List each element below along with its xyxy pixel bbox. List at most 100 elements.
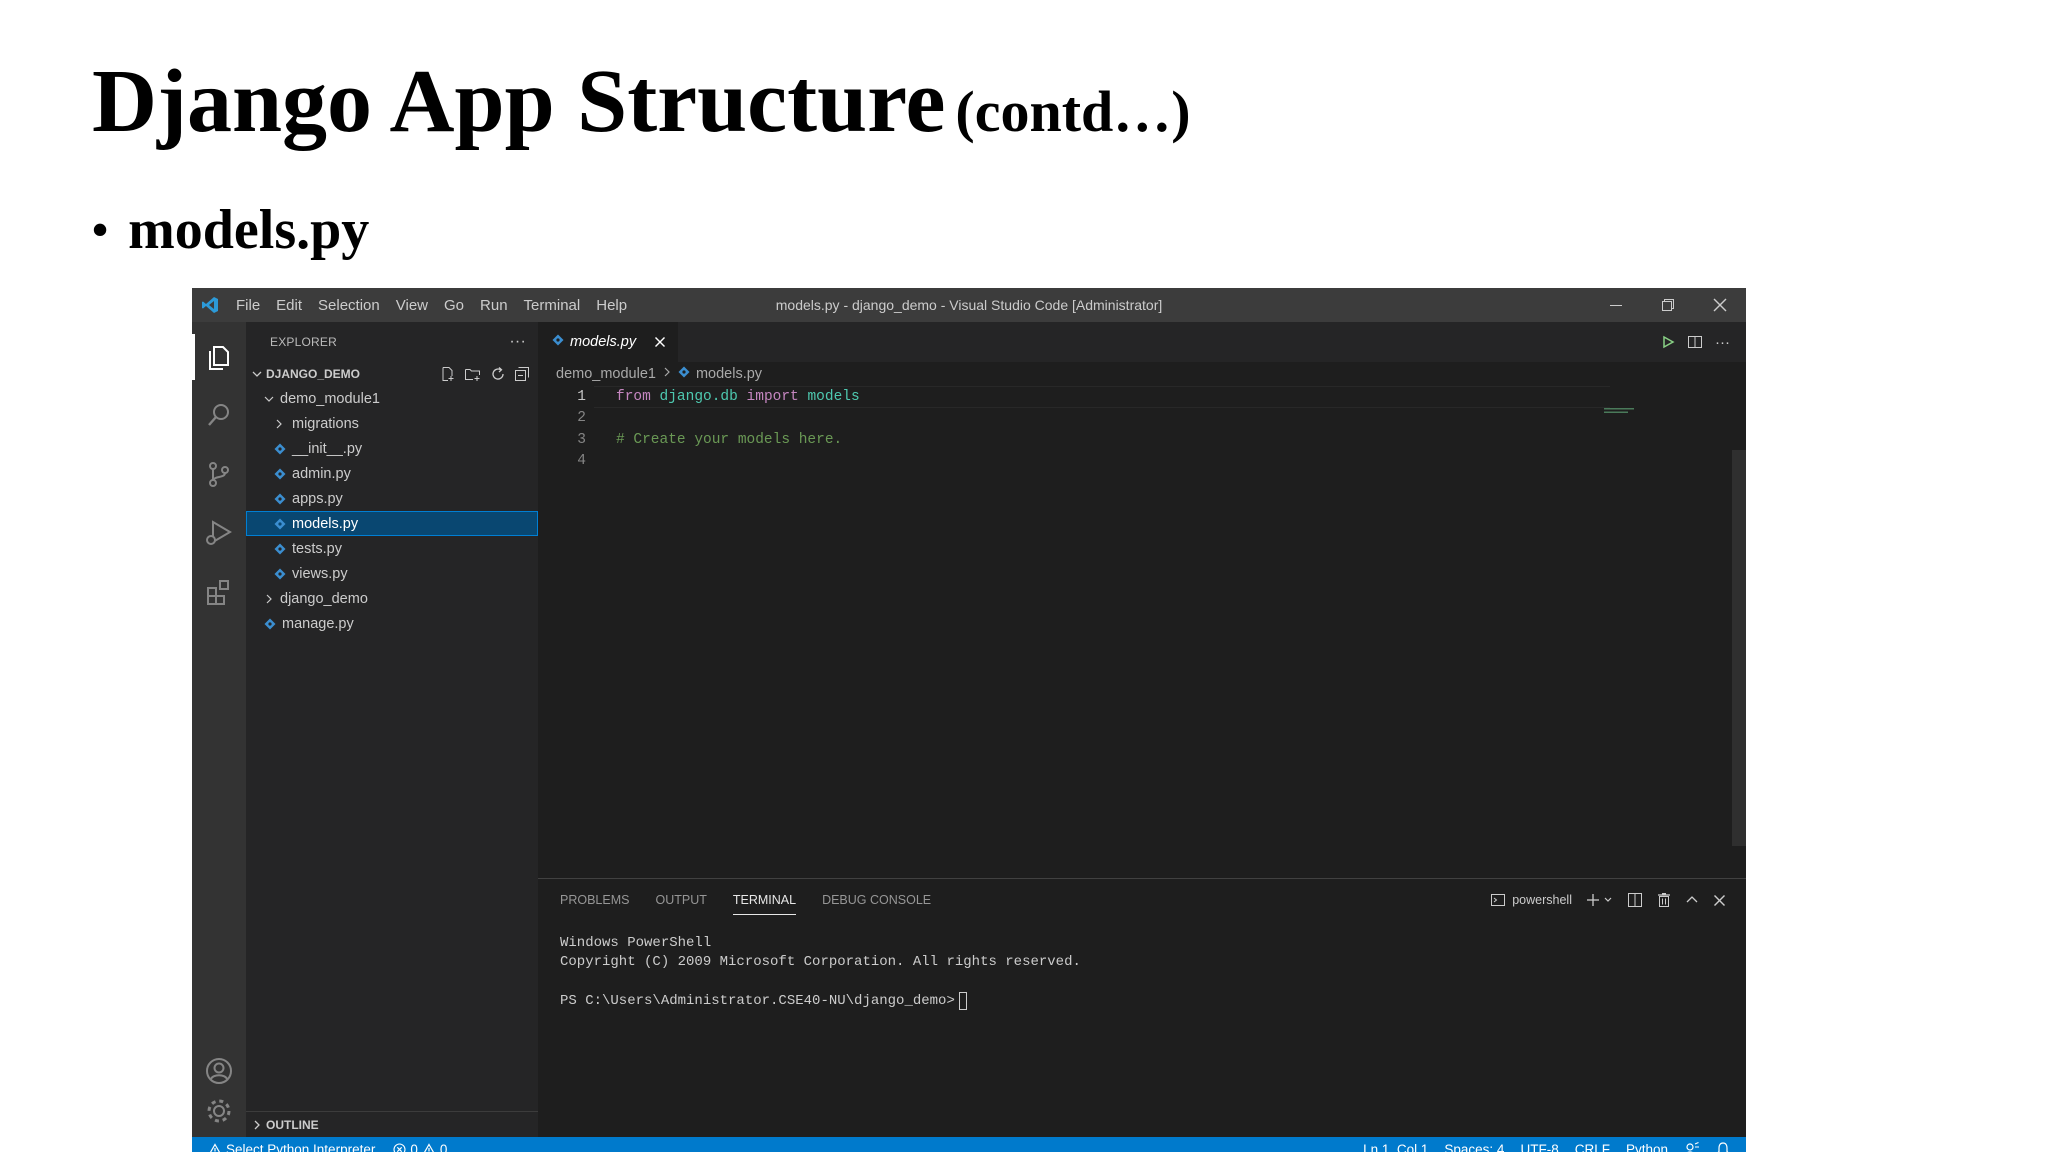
tree-folder-demo-module1[interactable]: demo_module1 <box>246 386 538 411</box>
chevron-down-icon <box>1604 897 1612 902</box>
tree-file-views[interactable]: views.py <box>246 561 538 586</box>
editor-tab-bar: models.py ··· <box>538 322 1746 362</box>
source-control-icon[interactable] <box>203 458 235 490</box>
python-file-icon <box>262 618 278 630</box>
problems-indicator[interactable]: 0 0 <box>393 1142 447 1152</box>
encoding[interactable]: UTF-8 <box>1520 1142 1558 1152</box>
more-actions-icon[interactable]: ··· <box>509 333 526 351</box>
panel-actions: powershell <box>1490 879 1726 921</box>
menu-selection[interactable]: Selection <box>310 297 388 314</box>
line-number: 1 <box>577 388 586 405</box>
tree-item-label: manage.py <box>282 615 354 632</box>
menu-run[interactable]: Run <box>472 297 516 314</box>
tree-folder-migrations[interactable]: migrations <box>246 411 538 436</box>
feedback-icon[interactable] <box>1684 1141 1700 1152</box>
tree-file-tests[interactable]: tests.py <box>246 536 538 561</box>
tab-debug-console[interactable]: DEBUG CONSOLE <box>822 879 931 921</box>
line-number: 4 <box>577 453 586 470</box>
run-file-icon[interactable] <box>1661 335 1675 349</box>
terminal-selector[interactable]: powershell <box>1490 892 1572 908</box>
extensions-icon[interactable] <box>203 576 235 608</box>
breadcrumb-file[interactable]: models.py <box>696 366 762 382</box>
new-terminal-button[interactable] <box>1586 893 1613 907</box>
trash-icon[interactable] <box>1657 892 1671 908</box>
chevron-up-icon[interactable] <box>1685 893 1699 907</box>
menu-bar: File Edit Selection View Go Run Terminal… <box>228 297 635 314</box>
chevron-right-icon <box>262 593 276 605</box>
bullet-text: models.py <box>128 199 370 261</box>
menu-file[interactable]: File <box>228 297 268 314</box>
indentation[interactable]: Spaces: 4 <box>1444 1142 1504 1152</box>
split-terminal-icon[interactable] <box>1627 892 1643 908</box>
tree-file-init[interactable]: __init__.py <box>246 436 538 461</box>
explorer-icon[interactable] <box>203 341 235 373</box>
workspace-section-header[interactable]: DJANGO_DEMO <box>246 362 538 386</box>
code-comment: # Create your models here. <box>616 431 843 448</box>
status-bar: Select Python Interpreter 0 0 Ln 1, Col … <box>192 1137 1746 1152</box>
close-tab-icon[interactable] <box>654 336 666 348</box>
bottom-panel: PROBLEMS OUTPUT TERMINAL DEBUG CONSOLE p… <box>538 878 1746 1137</box>
editor-tab-models[interactable]: models.py <box>538 322 679 362</box>
collapse-all-icon[interactable] <box>514 366 530 382</box>
menu-terminal[interactable]: Terminal <box>516 297 589 314</box>
terminal-line: Copyright (C) 2009 Microsoft Corporation… <box>560 954 1081 971</box>
breadcrumb: demo_module1 models.py <box>538 362 1746 386</box>
cursor-position[interactable]: Ln 1, Col 1 <box>1363 1142 1428 1152</box>
plus-icon <box>1587 894 1599 906</box>
menu-edit[interactable]: Edit <box>268 297 310 314</box>
tree-file-models[interactable]: models.py <box>246 511 538 536</box>
select-interpreter-button[interactable]: Select Python Interpreter <box>208 1142 375 1152</box>
accounts-icon[interactable] <box>203 1055 235 1087</box>
window-controls <box>1590 288 1746 322</box>
tree-file-admin[interactable]: admin.py <box>246 461 538 486</box>
close-panel-icon[interactable] <box>1713 894 1726 907</box>
chevron-down-icon <box>262 393 276 405</box>
code-editor[interactable]: 1 from django.db import models 2 3 # Cre… <box>538 386 1746 846</box>
split-editor-icon[interactable] <box>1687 334 1703 350</box>
editor-scrollbar[interactable] <box>1732 450 1746 846</box>
tab-output[interactable]: OUTPUT <box>655 879 706 921</box>
end-of-line[interactable]: CRLF <box>1575 1142 1610 1152</box>
tree-file-apps[interactable]: apps.py <box>246 486 538 511</box>
slide-title-suffix: (contd…) <box>955 79 1191 144</box>
tree-item-label: views.py <box>292 565 348 582</box>
more-actions-icon[interactable]: ··· <box>1715 334 1730 351</box>
warning-count: 0 <box>439 1141 448 1152</box>
tab-terminal[interactable]: TERMINAL <box>732 879 797 921</box>
language-mode[interactable]: Python <box>1626 1142 1668 1152</box>
vscode-logo-icon <box>192 296 228 314</box>
tab-problems[interactable]: PROBLEMS <box>560 879 629 921</box>
code-line-4: 4 <box>538 451 1746 473</box>
refresh-icon[interactable] <box>490 366 506 382</box>
restore-button[interactable] <box>1642 288 1694 322</box>
tree-folder-django-demo[interactable]: django_demo <box>246 586 538 611</box>
chevron-right-icon <box>272 418 286 430</box>
explorer-actions <box>440 366 530 382</box>
settings-gear-icon[interactable] <box>203 1095 235 1127</box>
workspace-root-label: DJANGO_DEMO <box>266 367 361 381</box>
run-debug-icon[interactable] <box>203 516 235 548</box>
bell-icon[interactable] <box>1716 1141 1730 1152</box>
python-file-icon <box>272 493 288 505</box>
search-icon[interactable] <box>203 399 235 431</box>
editor-area: models.py ··· demo_module1 models.py 1 f… <box>538 322 1746 1137</box>
menu-go[interactable]: Go <box>436 297 472 314</box>
warning-icon <box>209 1142 221 1152</box>
current-line-highlight <box>594 386 1610 408</box>
outline-section-header[interactable]: OUTLINE <box>246 1111 538 1137</box>
slide-title-main: Django App Structure <box>92 52 946 151</box>
new-file-icon[interactable] <box>440 366 456 382</box>
menu-view[interactable]: View <box>388 297 436 314</box>
minimap[interactable] <box>1604 408 1634 414</box>
tree-item-label: apps.py <box>292 490 343 507</box>
tree-item-label: django_demo <box>280 590 368 607</box>
terminal-output[interactable]: Windows PowerShell Copyright (C) 2009 Mi… <box>538 921 1746 1011</box>
close-window-button[interactable] <box>1694 288 1746 322</box>
tree-file-manage[interactable]: manage.py <box>246 611 538 636</box>
terminal-cursor <box>958 991 967 1010</box>
new-folder-icon[interactable] <box>464 366 482 382</box>
menu-help[interactable]: Help <box>588 297 635 314</box>
chevron-right-icon <box>662 366 672 382</box>
minimize-button[interactable] <box>1590 288 1642 322</box>
breadcrumb-folder[interactable]: demo_module1 <box>556 366 656 382</box>
